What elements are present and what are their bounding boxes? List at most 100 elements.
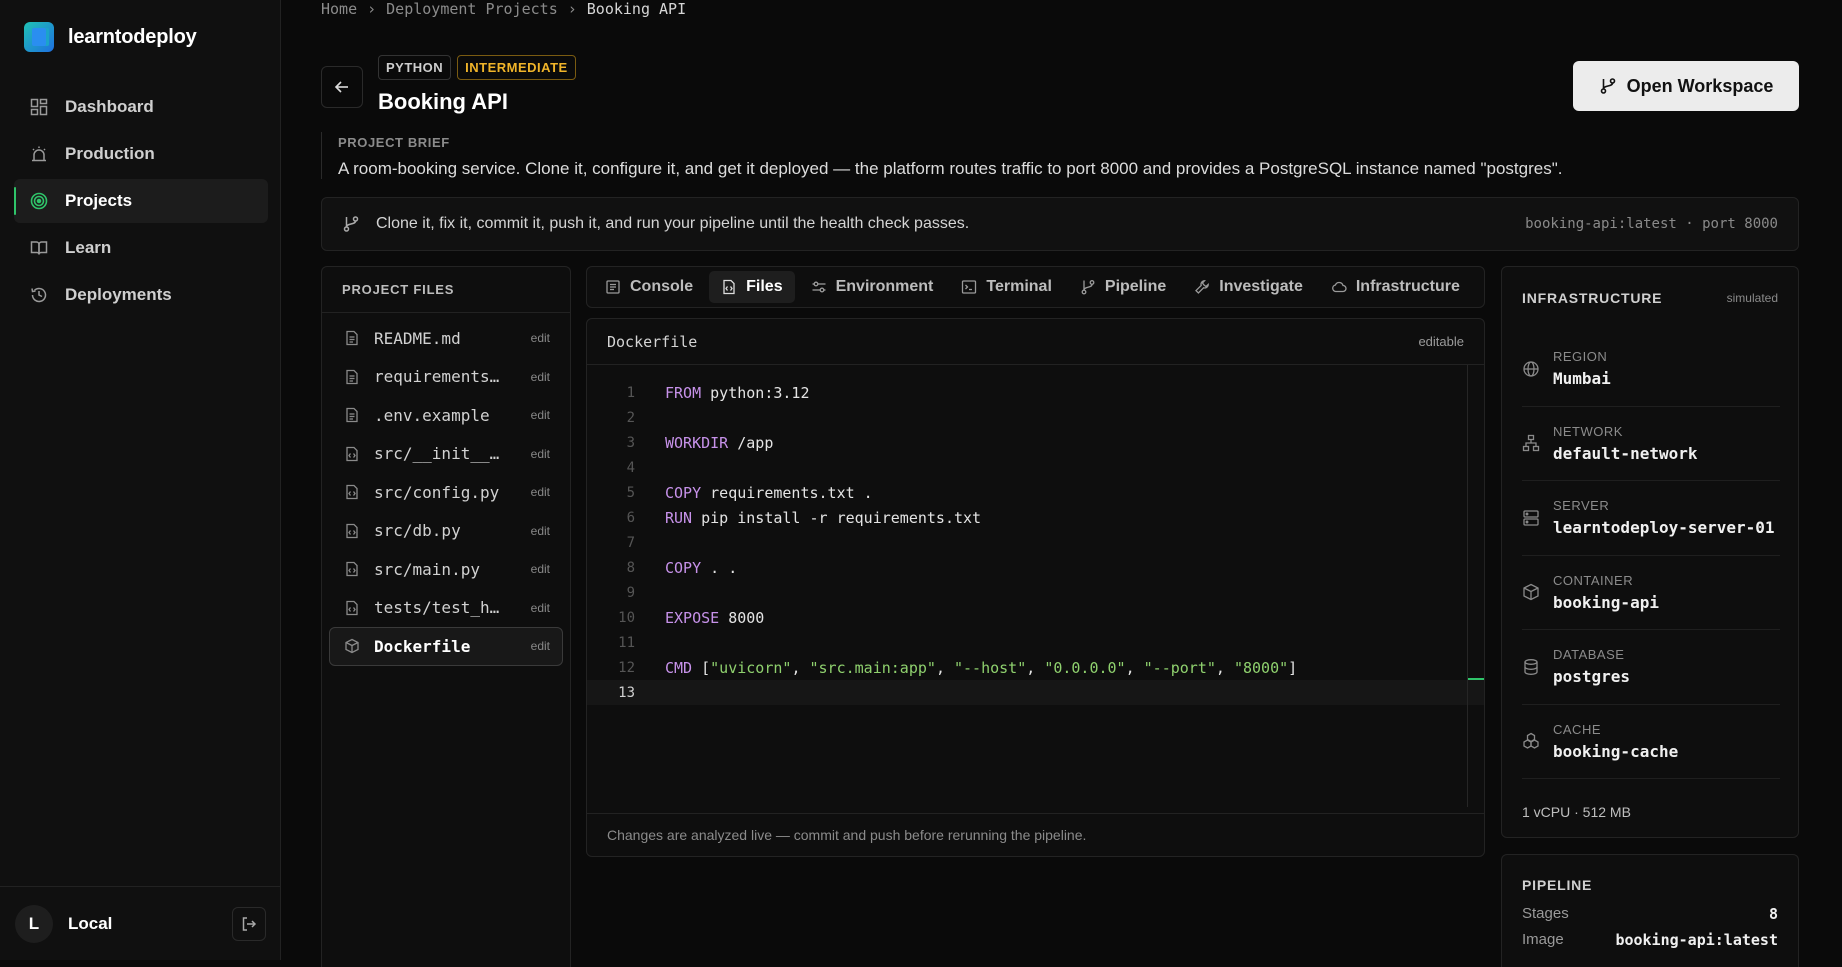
code-line[interactable]: 9 xyxy=(587,580,1484,605)
infra-value: booking-api xyxy=(1553,592,1659,612)
file-edit-button[interactable]: edit xyxy=(531,485,550,499)
wrench-icon xyxy=(1194,279,1210,295)
code-line[interactable]: 11 xyxy=(587,630,1484,655)
code-line[interactable]: 12 CMD ["uvicorn", "src.main:app", "--hos… xyxy=(587,655,1484,680)
code-line[interactable]: 4 xyxy=(587,455,1484,480)
line-number: 11 xyxy=(618,634,635,651)
brand-logo-icon xyxy=(24,22,54,52)
sidebar-nav: Dashboard Production Projects Learn Depl… xyxy=(14,85,268,320)
git-branch-icon xyxy=(1599,77,1617,95)
file-edit-button[interactable]: edit xyxy=(531,408,550,422)
tab-label: Investigate xyxy=(1219,278,1303,295)
document-icon xyxy=(344,369,360,385)
file-edit-button[interactable]: edit xyxy=(531,524,550,538)
document-icon xyxy=(344,330,360,346)
code-token: [ xyxy=(692,658,711,677)
code-string: "0.0.0.0" xyxy=(1044,658,1126,677)
file-edit-button[interactable]: edit xyxy=(531,447,550,461)
code-keyword: EXPOSE xyxy=(665,608,720,627)
sidebar-item-learn[interactable]: Learn xyxy=(14,226,268,270)
code-line[interactable]: 13 xyxy=(587,680,1484,705)
file-name: tests/test_health.py xyxy=(374,598,506,618)
file-edit-button[interactable]: edit xyxy=(531,370,550,384)
infra-text: DATABASE postgres xyxy=(1553,647,1630,686)
code-token: /app xyxy=(728,433,774,452)
file-name: src/__init__.py xyxy=(374,444,506,464)
code-line[interactable]: 7 xyxy=(587,530,1484,555)
network-icon xyxy=(1522,434,1540,452)
code-line[interactable]: 6 RUN pip install -r requirements.txt xyxy=(587,505,1484,530)
breadcrumb-home[interactable]: Home xyxy=(321,0,357,18)
grid-icon xyxy=(29,97,49,117)
file-item[interactable]: tests/test_health.py edit xyxy=(329,589,563,628)
pipeline-panel: PIPELINE Stages 8 Image booking-api:late… xyxy=(1501,854,1799,967)
infrastructure-header: INFRASTRUCTURE simulated xyxy=(1502,267,1798,306)
infra-text: SERVER learntodeploy-server-01 xyxy=(1553,498,1775,537)
code-file-icon xyxy=(344,600,360,616)
workflow-hint: Clone it, fix it, commit it, push it, an… xyxy=(321,197,1799,251)
code-line[interactable]: 5 COPY requirements.txt . xyxy=(587,480,1484,505)
brand[interactable]: learntodeploy xyxy=(24,22,197,52)
infrastructure-panel: INFRASTRUCTURE simulated REGION Mumbai NET… xyxy=(1501,266,1799,838)
code-text: WORKDIR /app xyxy=(665,434,773,452)
code-token: python:3.12 xyxy=(701,383,810,402)
file-item[interactable]: Dockerfile edit xyxy=(329,627,563,666)
file-item[interactable]: src/__init__.py edit xyxy=(329,435,563,474)
chevron-right-icon: › xyxy=(367,0,377,18)
code-token: . . xyxy=(701,558,738,577)
infra-row-container: CONTAINER booking-api xyxy=(1522,556,1780,630)
file-edit-button[interactable]: edit xyxy=(531,639,550,653)
file-item[interactable]: src/config.py edit xyxy=(329,473,563,512)
avatar[interactable]: L xyxy=(15,904,53,943)
file-edit-button[interactable]: edit xyxy=(531,331,550,345)
file-item[interactable]: README.md edit xyxy=(329,319,563,358)
file-edit-button[interactable]: edit xyxy=(531,601,550,615)
infra-text: CONTAINER booking-api xyxy=(1553,573,1659,612)
infra-text: CACHE booking-cache xyxy=(1553,722,1678,761)
tab-environment[interactable]: Environment xyxy=(799,271,946,303)
code-line[interactable]: 2 xyxy=(587,405,1484,430)
tab-terminal[interactable]: Terminal xyxy=(949,271,1064,303)
breadcrumb-projects[interactable]: Deployment Projects xyxy=(386,0,558,18)
code-line[interactable]: 8 COPY . . xyxy=(587,555,1484,580)
brand-name: learntodeploy xyxy=(68,25,197,48)
editor-scrollbar[interactable] xyxy=(1467,365,1468,807)
tab-pipeline[interactable]: Pipeline xyxy=(1068,271,1178,303)
sidebar-item-dashboard[interactable]: Dashboard xyxy=(14,85,268,129)
tab-console[interactable]: Console xyxy=(593,271,705,303)
infrastructure-title: INFRASTRUCTURE xyxy=(1522,290,1663,306)
project-files-panel: PROJECT FILES README.md edit requirements.… xyxy=(321,266,571,967)
breadcrumb: Home › Deployment Projects › Booking API xyxy=(321,0,686,18)
editor-header: Dockerfile editable xyxy=(587,319,1484,365)
file-item[interactable]: .env.example edit xyxy=(329,396,563,435)
tab-label: Console xyxy=(630,278,694,295)
back-button[interactable] xyxy=(321,66,363,108)
logout-button[interactable] xyxy=(232,906,266,941)
terminal-icon xyxy=(961,279,977,295)
code-area[interactable]: 1 FROM python:3.12 2 3 WORKDIR /app 4 5 COPY re… xyxy=(587,365,1484,807)
file-item[interactable]: requirements.txt edit xyxy=(329,358,563,397)
code-line[interactable]: 1 FROM python:3.12 xyxy=(587,380,1484,405)
sidebar-item-production[interactable]: Production xyxy=(14,132,268,176)
code-line[interactable]: 3 WORKDIR /app xyxy=(587,430,1484,455)
box-icon xyxy=(1522,583,1540,601)
pipeline-image-row: Image booking-api:latest xyxy=(1522,931,1778,949)
git-branch-icon xyxy=(342,215,360,233)
pipeline-stages-row: Stages 8 xyxy=(1522,905,1778,923)
code-string: "--host" xyxy=(954,658,1027,677)
code-line[interactable]: 10 EXPOSE 8000 xyxy=(587,605,1484,630)
file-edit-button[interactable]: edit xyxy=(531,562,550,576)
file-item[interactable]: src/db.py edit xyxy=(329,512,563,551)
sidebar-item-deployments[interactable]: Deployments xyxy=(14,273,268,317)
open-workspace-button[interactable]: Open Workspace xyxy=(1573,61,1799,111)
tab-infrastructure[interactable]: Infrastructure xyxy=(1319,271,1472,303)
tab-files[interactable]: Files xyxy=(709,271,795,303)
tab-investigate[interactable]: Investigate xyxy=(1182,271,1315,303)
code-editor: Dockerfile editable 1 FROM python:3.12 2 3 W… xyxy=(586,318,1485,857)
file-item[interactable]: src/main.py edit xyxy=(329,550,563,589)
sidebar-item-projects[interactable]: Projects xyxy=(14,179,268,223)
line-number: 13 xyxy=(618,684,635,701)
infra-value: learntodeploy-server-01 xyxy=(1553,518,1775,538)
sidebar-item-label: Projects xyxy=(65,191,133,210)
code-token: ] xyxy=(1288,658,1298,677)
